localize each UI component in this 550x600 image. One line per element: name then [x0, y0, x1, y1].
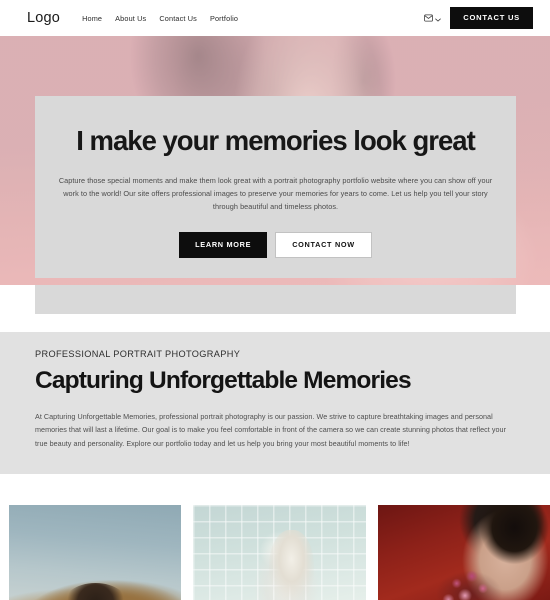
- about-eyebrow: PROFESSIONAL PORTRAIT PHOTOGRAPHY: [35, 349, 241, 359]
- hero-actions: LEARN MORE CONTACT NOW: [179, 232, 372, 258]
- hero-title: I make your memories look great: [76, 125, 475, 156]
- contact-now-button[interactable]: CONTACT NOW: [275, 232, 372, 258]
- nav-link-home[interactable]: Home: [82, 14, 102, 23]
- gallery-image-red-backdrop-flowers[interactable]: [377, 505, 550, 600]
- navbar-contact-us-button[interactable]: CONTACT US: [450, 7, 533, 29]
- hero-content-card: I make your memories look great Capture …: [35, 96, 516, 278]
- nav-link-portfolio[interactable]: Portfolio: [210, 14, 238, 23]
- about-section: PROFESSIONAL PORTRAIT PHOTOGRAPHY Captur…: [0, 332, 550, 474]
- gallery-image-dune-blue-sky[interactable]: [9, 505, 182, 600]
- site-logo[interactable]: Logo: [27, 11, 60, 26]
- hero-subtitle: Capture those special moments and make t…: [58, 175, 493, 212]
- nav-link-about-us[interactable]: About Us: [115, 14, 146, 23]
- about-title: Capturing Unforgettable Memories: [35, 367, 412, 394]
- page-root: Logo Home About Us Contact Us Portfolio: [0, 0, 550, 600]
- learn-more-button[interactable]: LEARN MORE: [179, 232, 268, 258]
- primary-nav: Home About Us Contact Us Portfolio: [82, 14, 238, 23]
- navbar-right-group: CONTACT US: [424, 7, 533, 29]
- gallery-image-glass-block-wall[interactable]: [193, 505, 366, 600]
- mail-icon: [424, 9, 434, 27]
- hero-card-lower-band: [35, 285, 516, 314]
- gallery-grid: [9, 505, 550, 600]
- about-body: At Capturing Unforgettable Memories, pro…: [35, 411, 507, 448]
- navbar: Logo Home About Us Contact Us Portfolio: [0, 0, 550, 36]
- language-selector[interactable]: [424, 9, 442, 27]
- chevron-down-icon: [435, 9, 442, 27]
- nav-link-contact-us[interactable]: Contact Us: [159, 14, 197, 23]
